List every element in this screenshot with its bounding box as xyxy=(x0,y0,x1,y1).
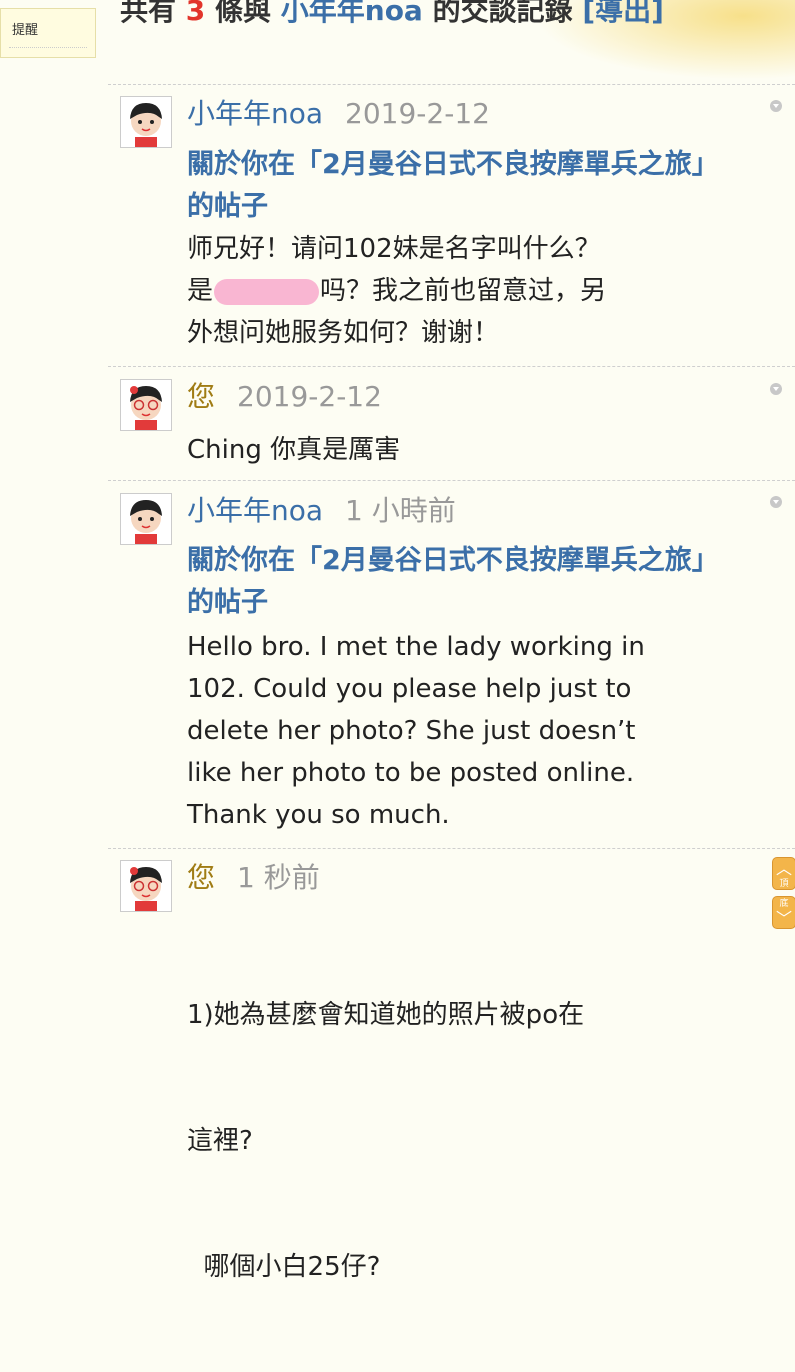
chevron-up-icon: ︿ xyxy=(775,859,792,878)
message-topic-link[interactable]: 關於你在「2月曼谷日式不良按摩單兵之旅」的帖子 xyxy=(187,540,707,624)
export-link[interactable]: [導出] xyxy=(582,0,664,27)
divider xyxy=(108,480,795,481)
avatar[interactable] xyxy=(120,493,172,545)
message-item: 您 2019-2-12 Ching 你真是厲害 xyxy=(120,379,782,471)
message-options-icon[interactable] xyxy=(770,496,782,508)
header-suffix: 的交談記錄 xyxy=(432,0,573,27)
message-time: 1 小時前 xyxy=(345,494,456,527)
message-item: 小年年noa 2019-2-12 關於你在「2月曼谷日式不良按摩單兵之旅」的帖子 … xyxy=(120,96,782,358)
message-line: 哪個小白25仔? xyxy=(187,1252,381,1282)
message-body: Ching 你真是厲害 xyxy=(187,435,401,465)
message-author[interactable]: 您 xyxy=(187,380,215,413)
message-item: 您 1 秒前 1)她為甚麼會知道她的照片被po在 這裡? 哪個小白25仔? xyxy=(120,860,760,1282)
message-options-icon[interactable] xyxy=(770,100,782,112)
message-line: 1)她為甚麼會知道她的照片被po在 xyxy=(187,1000,585,1030)
avatar-girl-icon xyxy=(121,494,171,544)
avatar[interactable] xyxy=(120,96,172,148)
message-options-icon[interactable] xyxy=(770,383,782,395)
message-topic-link[interactable]: 關於你在「2月曼谷日式不良按摩單兵之旅」的帖子 xyxy=(187,144,707,228)
message-count: 3 xyxy=(185,0,206,27)
divider xyxy=(108,848,795,849)
scroll-to-top-button[interactable]: ︿ 頂 xyxy=(772,857,795,890)
message-line: 外想问她服务如何？谢谢！ xyxy=(187,318,500,348)
chevron-down-icon: ﹀ xyxy=(775,909,792,928)
scroll-bottom-label: 底 xyxy=(779,899,789,909)
conversation-header: 共有 3 條與 小年年noa 的交談記錄 [導出] xyxy=(120,0,780,32)
remind-label: 提醒 xyxy=(12,23,39,38)
avatar-glasses-girl-icon xyxy=(121,861,171,911)
message-line: 這裡? xyxy=(187,1126,253,1156)
scroll-top-label: 頂 xyxy=(779,879,789,889)
message-author[interactable]: 您 xyxy=(187,861,215,894)
message-body: 师兄好！请问102妹是名字叫什么？ 是 吗？我之前也留意过，另 外想问她服务如何？… xyxy=(187,228,687,354)
message-time: 1 秒前 xyxy=(237,861,320,894)
avatar[interactable] xyxy=(120,379,172,431)
message-line: 师兄好！请问102妹是名字叫什么？ xyxy=(187,234,601,264)
avatar-girl-icon xyxy=(121,97,171,147)
header-prefix: 共有 xyxy=(120,0,177,27)
divider xyxy=(108,366,795,367)
message-body: Hello bro. I met the lady working in 102… xyxy=(187,632,645,830)
message-line: 是 吗？我之前也留意过，另 xyxy=(187,270,687,312)
redacted-text xyxy=(214,278,320,305)
message-line-prefix: 是 xyxy=(187,276,214,306)
message-author[interactable]: 小年年noa xyxy=(187,97,323,130)
avatar[interactable] xyxy=(120,860,172,912)
message-item: 小年年noa 1 小時前 關於你在「2月曼谷日式不良按摩單兵之旅」的帖子 Hell… xyxy=(120,493,782,838)
avatar-glasses-girl-icon xyxy=(121,380,171,430)
scroll-to-bottom-button[interactable]: 底 ﹀ xyxy=(772,896,795,929)
header-user-link[interactable]: 小年年noa xyxy=(281,0,423,27)
message-author[interactable]: 小年年noa xyxy=(187,494,323,527)
divider xyxy=(108,84,795,85)
message-body: 1)她為甚麼會知道她的照片被po在 這裡? 哪個小白25仔? xyxy=(187,910,687,1372)
message-time: 2019-2-12 xyxy=(237,380,382,413)
remind-box[interactable]: 提醒 xyxy=(0,8,96,58)
message-line-rest: 吗？我之前也留意过，另 xyxy=(320,276,607,306)
message-time: 2019-2-12 xyxy=(345,97,490,130)
header-mid: 條與 xyxy=(215,0,272,27)
remind-divider xyxy=(9,47,87,48)
